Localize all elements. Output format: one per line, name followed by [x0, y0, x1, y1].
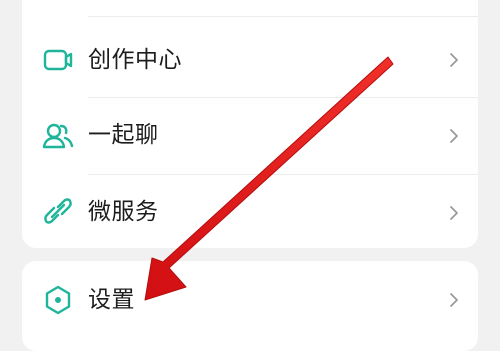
menu-item-micro-service[interactable]: 微服务	[22, 174, 478, 252]
menu-item-label: 微服务	[88, 199, 159, 225]
divider	[88, 16, 478, 17]
chevron-right-icon	[444, 203, 464, 223]
chevron-right-icon	[444, 126, 464, 146]
settings-card: 设置	[22, 261, 478, 351]
menu-item-label: 一起聊	[88, 122, 159, 148]
users-icon	[42, 120, 74, 152]
menu-item-label: 创作中心	[88, 47, 182, 73]
chevron-right-icon	[444, 290, 464, 310]
menu-item-settings[interactable]: 设置	[22, 261, 478, 339]
chevron-right-icon	[444, 50, 464, 70]
menu-item-creator-center[interactable]: 创作中心	[22, 21, 478, 99]
menu-item-label: 设置	[88, 287, 135, 313]
menu-card: 创作中心 一起聊 微服务	[22, 0, 478, 248]
link-icon	[42, 195, 74, 227]
menu-item-chat-together[interactable]: 一起聊	[22, 97, 478, 175]
settings-hexagon-icon	[42, 284, 74, 316]
video-camera-icon	[42, 44, 74, 76]
